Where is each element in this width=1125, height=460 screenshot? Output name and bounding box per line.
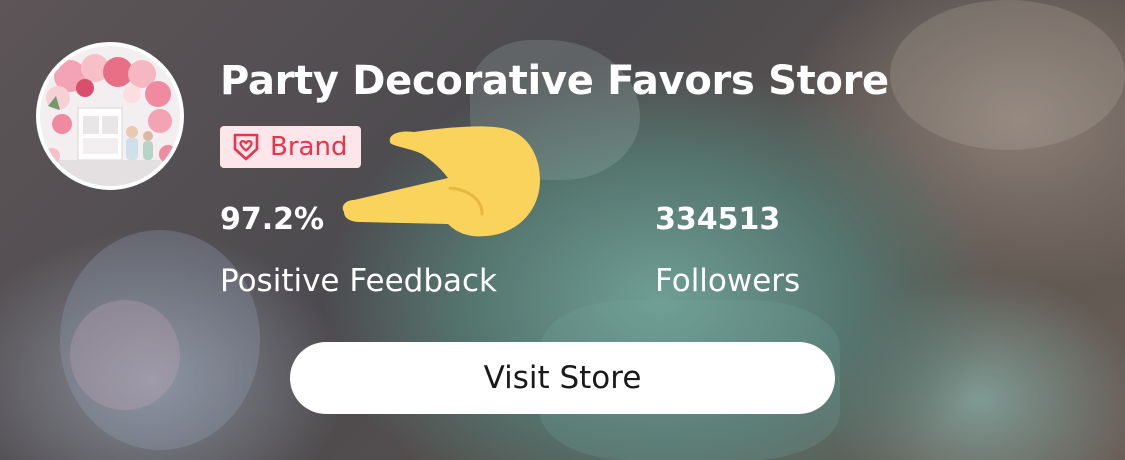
positive-feedback-label: Positive Feedback bbox=[220, 263, 497, 299]
background-blur-shape bbox=[70, 300, 180, 410]
store-name: Party Decorative Favors Store bbox=[220, 58, 889, 104]
positive-feedback-value: 97.2% bbox=[220, 202, 325, 237]
store-avatar[interactable] bbox=[36, 42, 184, 190]
store-banner: Party Decorative Favors Store Brand 97.2… bbox=[0, 0, 1125, 460]
visit-store-button[interactable]: Visit Store bbox=[290, 342, 835, 414]
background-blur-shape bbox=[890, 0, 1125, 150]
followers-value: 334513 bbox=[655, 202, 781, 237]
store-avatar-image bbox=[40, 46, 180, 186]
followers-label: Followers bbox=[655, 263, 801, 299]
pointing-hand-icon bbox=[342, 126, 540, 237]
heart-shield-icon bbox=[233, 133, 259, 161]
